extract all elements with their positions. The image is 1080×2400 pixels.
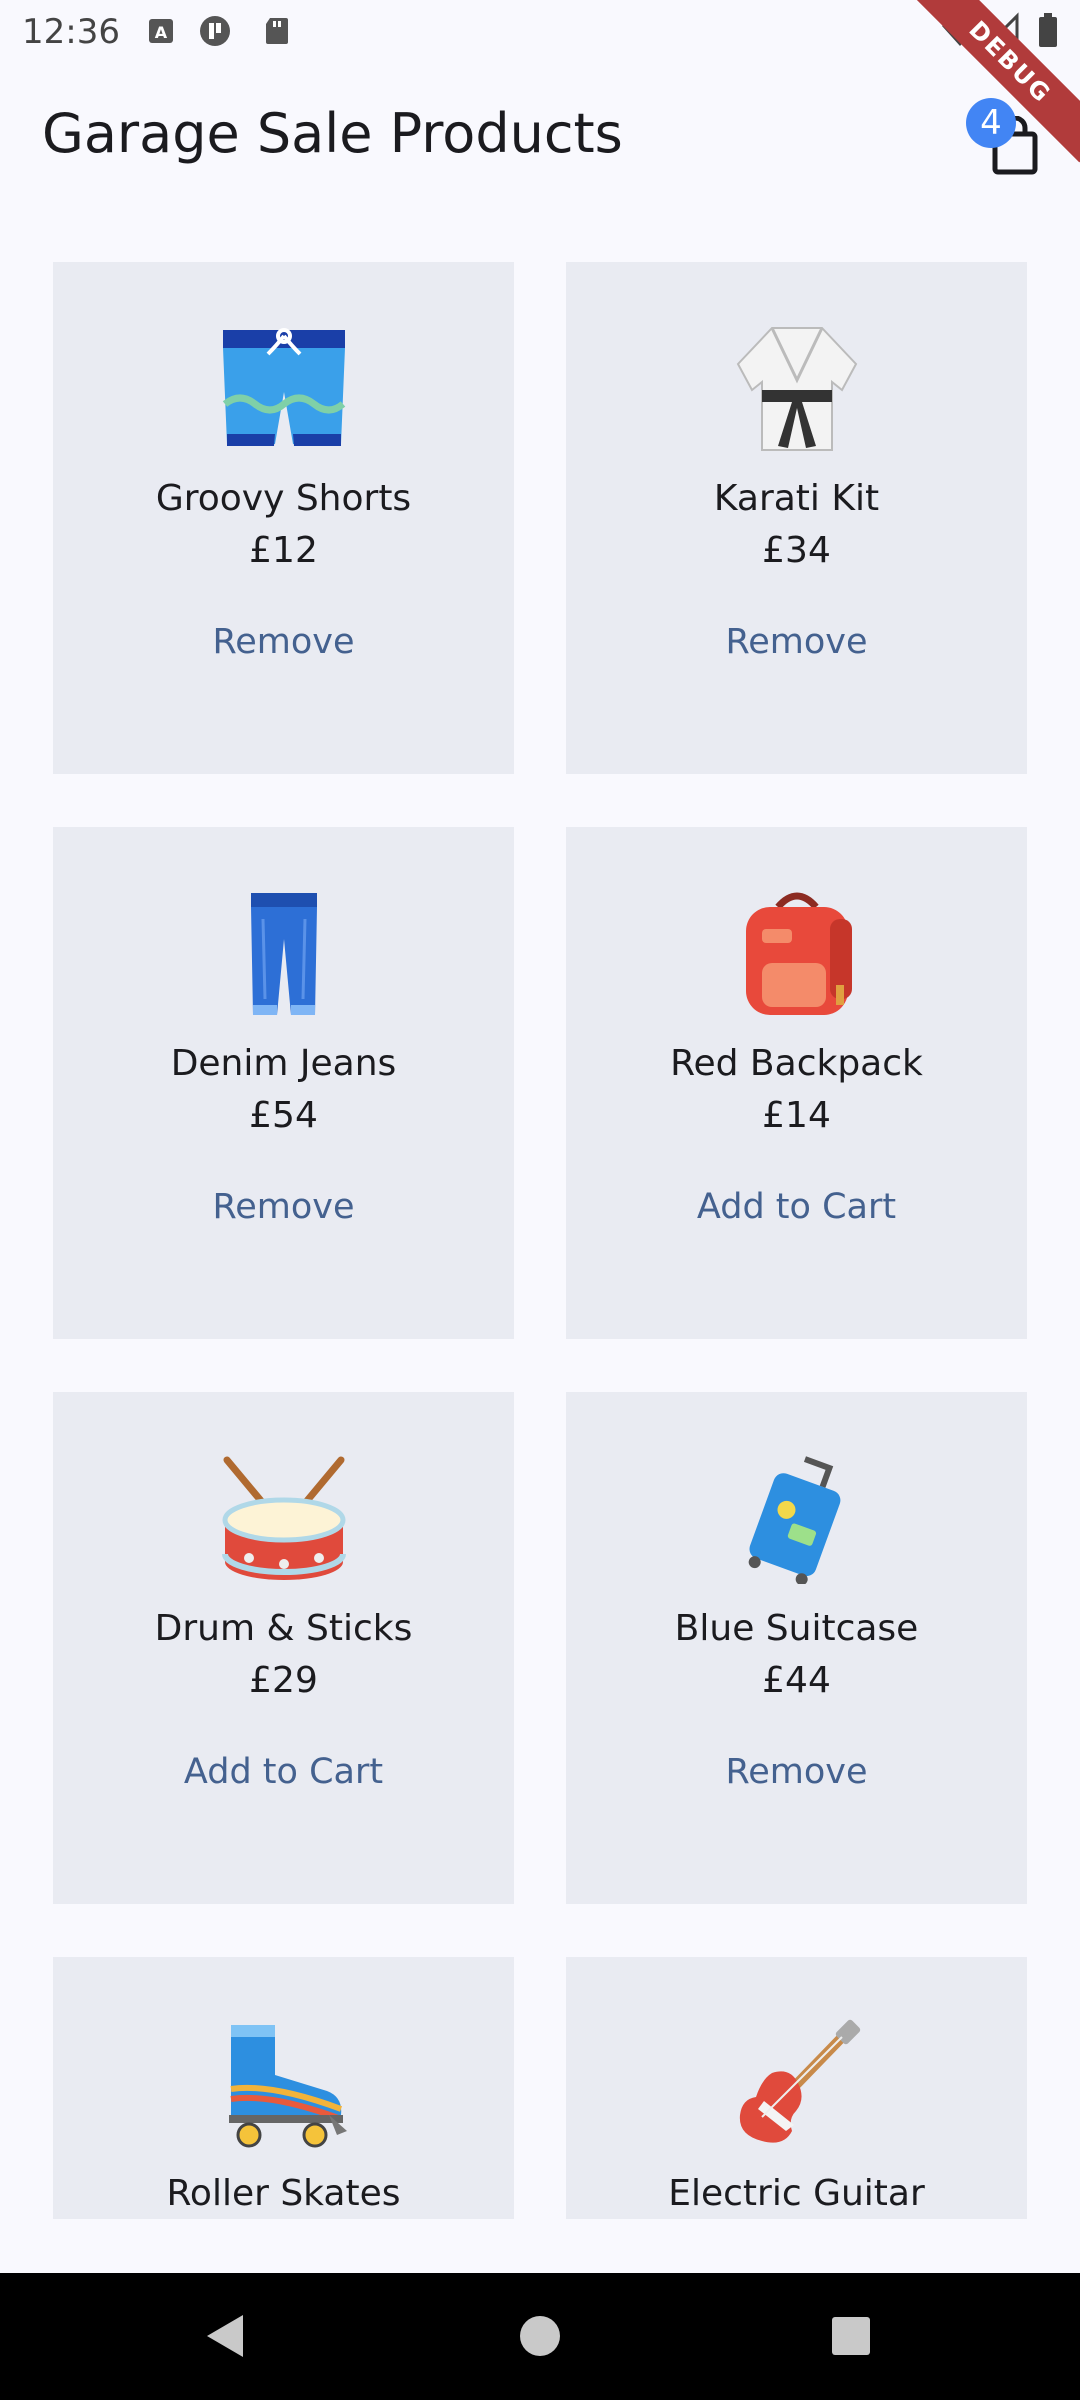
backpack-icon: [745, 892, 852, 1015]
product-card: Groovy Shorts £12 Remove: [53, 262, 514, 774]
product-grid: Groovy Shorts £12 Remove Karati Kit £34 …: [53, 262, 1027, 2222]
product-card: Denim Jeans £54 Remove: [53, 827, 514, 1339]
home-icon[interactable]: [518, 2311, 562, 2361]
drum-icon: [221, 1456, 346, 1580]
recents-icon[interactable]: [829, 2311, 873, 2361]
martial-arts-uniform-icon: [736, 327, 857, 451]
product-price: £34: [762, 530, 831, 571]
product-price: £54: [249, 1095, 318, 1136]
product-name: Denim Jeans: [170, 1043, 397, 1084]
app-bar: Garage Sale Products 4: [0, 64, 1080, 204]
svg-text:A: A: [155, 23, 168, 42]
product-card: Red Backpack £14 Add to Cart: [566, 827, 1027, 1339]
product-price: £29: [249, 1660, 318, 1701]
product-name: Karati Kit: [713, 478, 880, 519]
remove-button[interactable]: Remove: [192, 614, 374, 670]
suitcase-icon: [748, 1456, 840, 1584]
roller-skate-icon: [228, 2025, 347, 2148]
cart-count-badge: 4: [966, 98, 1016, 148]
product-name: Groovy Shorts: [155, 478, 412, 519]
product-name: Roller Skates: [166, 2173, 401, 2214]
app-notification-icon: [200, 16, 230, 46]
page-title: Garage Sale Products: [42, 102, 623, 165]
product-name: Blue Suitcase: [674, 1608, 919, 1649]
battery-icon: [1039, 13, 1057, 47]
keyboard-notification-icon: A: [149, 19, 173, 43]
sd-card-icon: [266, 18, 288, 44]
product-card: Roller Skates: [53, 1957, 514, 2219]
product-name: Electric Guitar: [668, 2173, 925, 2214]
status-bar: 12:36 A: [0, 0, 1080, 64]
product-card: Karati Kit £34 Remove: [566, 262, 1027, 774]
product-card: Blue Suitcase £44 Remove: [566, 1392, 1027, 1904]
product-price: £12: [249, 530, 318, 571]
back-icon[interactable]: [203, 2311, 247, 2361]
product-card: Drum & Sticks £29 Add to Cart: [53, 1392, 514, 1904]
system-navigation-bar: [0, 2273, 1080, 2400]
product-price: £44: [762, 1660, 831, 1701]
guitar-icon: [739, 2019, 860, 2143]
product-name: Drum & Sticks: [154, 1608, 413, 1649]
jeans-icon: [250, 893, 317, 1015]
add-to-cart-button[interactable]: Add to Cart: [677, 1179, 916, 1235]
product-card: Electric Guitar: [566, 1957, 1027, 2219]
status-time: 12:36: [22, 12, 120, 52]
product-price: £14: [762, 1095, 831, 1136]
remove-button[interactable]: Remove: [705, 614, 887, 670]
product-name: Red Backpack: [670, 1043, 923, 1084]
shorts-icon: [222, 328, 345, 446]
remove-button[interactable]: Remove: [705, 1744, 887, 1800]
add-to-cart-button[interactable]: Add to Cart: [164, 1744, 403, 1800]
remove-button[interactable]: Remove: [192, 1179, 374, 1235]
